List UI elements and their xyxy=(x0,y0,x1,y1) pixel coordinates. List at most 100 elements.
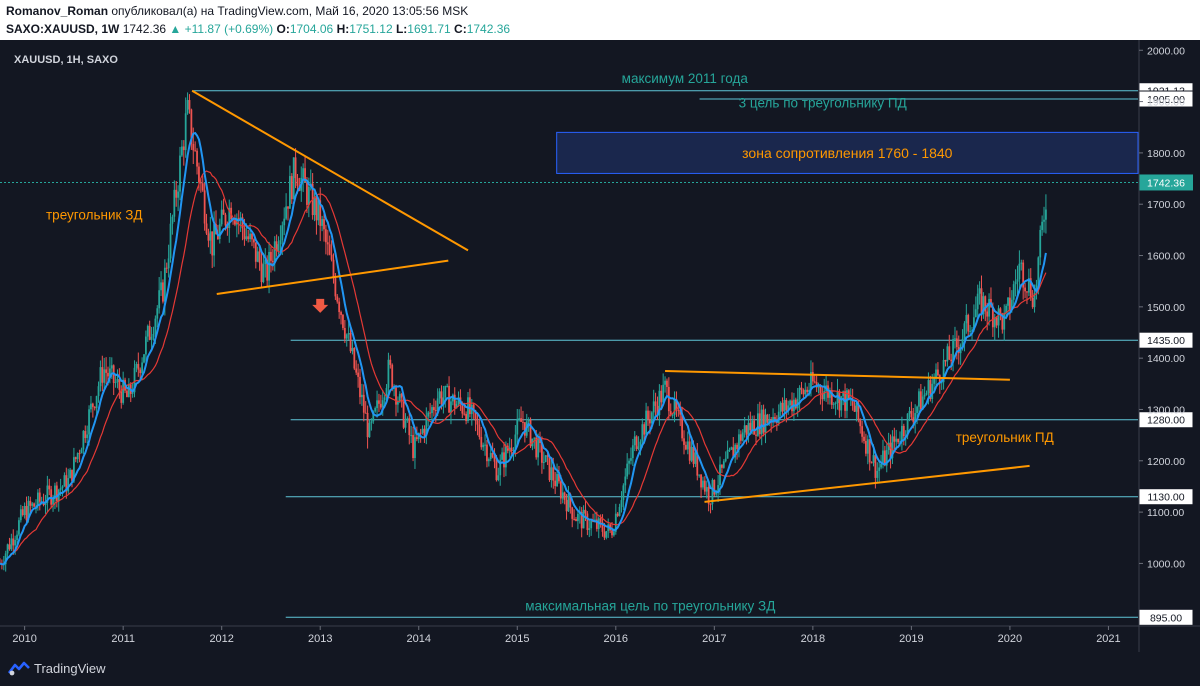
candle-body xyxy=(954,338,956,340)
candle-body xyxy=(306,182,308,205)
candle-body xyxy=(101,367,104,383)
candle-body xyxy=(554,480,557,487)
candle-body xyxy=(872,455,875,463)
candle-body xyxy=(48,485,51,490)
candle-body xyxy=(520,418,522,422)
candle-body xyxy=(434,410,437,412)
candle-body xyxy=(395,387,397,405)
candle-body xyxy=(277,244,280,251)
candle-body xyxy=(307,186,310,205)
candle-body xyxy=(144,336,147,355)
candle-body xyxy=(584,509,587,514)
candle-body xyxy=(620,500,623,508)
candle-body xyxy=(1037,257,1040,285)
candle-body xyxy=(739,434,742,441)
y-tick-label: 1900.00 xyxy=(1147,97,1185,109)
author-name[interactable]: Romanov_Roman xyxy=(6,4,108,18)
candle-body xyxy=(379,403,382,408)
candle-body xyxy=(671,414,674,416)
candle-body xyxy=(785,400,788,411)
candle-body xyxy=(433,407,435,411)
symbol-label[interactable]: SAXO:XAUUSD, 1W xyxy=(6,22,119,36)
candle-body xyxy=(643,424,646,435)
candle-body xyxy=(590,520,593,529)
candle-body xyxy=(916,406,918,414)
candle-body xyxy=(878,467,881,471)
candle-body xyxy=(876,470,879,478)
chart-header: Romanov_Roman опубликовал(а) на TradingV… xyxy=(0,0,1200,40)
candle-body xyxy=(294,157,297,179)
candle-body xyxy=(162,282,164,302)
candle-body xyxy=(487,459,490,462)
candle-body xyxy=(476,420,479,425)
candle-body xyxy=(290,176,293,200)
candle-body xyxy=(686,441,689,450)
candle-body xyxy=(414,437,416,459)
candle-body xyxy=(402,397,405,428)
candle-body xyxy=(55,485,58,502)
candle-body xyxy=(861,426,864,437)
candle-body xyxy=(537,437,540,458)
last-price-label: 1742.36 xyxy=(1147,177,1185,189)
candle-body xyxy=(412,435,414,459)
candle-body xyxy=(184,113,187,151)
candle-body xyxy=(201,183,204,191)
candle-body xyxy=(664,380,666,385)
candle-body xyxy=(1024,287,1026,292)
candle-body xyxy=(18,520,20,535)
candle-body xyxy=(813,381,816,383)
candle-body xyxy=(287,206,289,209)
candle-body xyxy=(946,346,949,362)
candle-body xyxy=(370,421,373,423)
candle-body xyxy=(882,450,884,465)
axes: 1000.00 1100.00 1200.00 1300.00 1400.00 1500.… xyxy=(0,40,1200,652)
candle-body xyxy=(633,436,636,446)
candle-body xyxy=(868,439,871,463)
candle-body xyxy=(866,439,869,454)
resistance-zone[interactable]: зона сопротивления 1760 - 1840 xyxy=(556,131,1139,174)
candle-body xyxy=(944,360,947,362)
candle-body xyxy=(249,233,252,240)
candle-body xyxy=(12,538,15,546)
candle-body xyxy=(613,531,615,536)
high-value: 1751.12 xyxy=(349,22,393,36)
candle-body xyxy=(78,453,81,455)
candle-body xyxy=(762,409,765,433)
candle-body xyxy=(575,519,577,522)
candle-body xyxy=(571,507,574,519)
candle-body xyxy=(533,437,536,439)
y-tick-label: 1800.00 xyxy=(1147,148,1185,160)
candle-body xyxy=(251,233,253,240)
candle-body xyxy=(332,259,335,279)
candle-body xyxy=(19,509,22,521)
candle-body xyxy=(224,214,227,226)
candle-body xyxy=(666,380,668,387)
candle-body xyxy=(364,412,367,414)
annotation-text: треугольник ПД xyxy=(956,430,1054,445)
candle-body xyxy=(150,336,153,340)
candle-body xyxy=(976,293,979,310)
candle-body xyxy=(321,219,324,226)
candle-body xyxy=(467,397,469,422)
candle-body xyxy=(486,444,488,462)
candle-body xyxy=(1020,262,1023,264)
tradingview-logo[interactable]: TradingView xyxy=(8,660,106,676)
candle-body xyxy=(258,251,261,263)
candle-body xyxy=(154,318,157,334)
candle-body xyxy=(622,485,625,501)
candle-body xyxy=(647,410,649,420)
candle-body xyxy=(482,444,485,448)
candle-body xyxy=(935,369,937,378)
price-chart[interactable]: зона сопротивления 1760 - 1840 1921.1319… xyxy=(0,40,1200,652)
candle-body xyxy=(438,391,441,399)
y-tick-label: 1600.00 xyxy=(1147,251,1185,263)
candle-body xyxy=(630,458,632,461)
last-price: 1742.36 xyxy=(122,22,167,36)
candle-body xyxy=(99,367,102,387)
candle-body xyxy=(355,368,358,373)
candle-body xyxy=(955,338,958,348)
y-tick-label: 2000.00 xyxy=(1147,45,1185,57)
candle-body xyxy=(834,402,837,404)
candle-body xyxy=(497,475,500,481)
candle-body xyxy=(69,469,72,479)
